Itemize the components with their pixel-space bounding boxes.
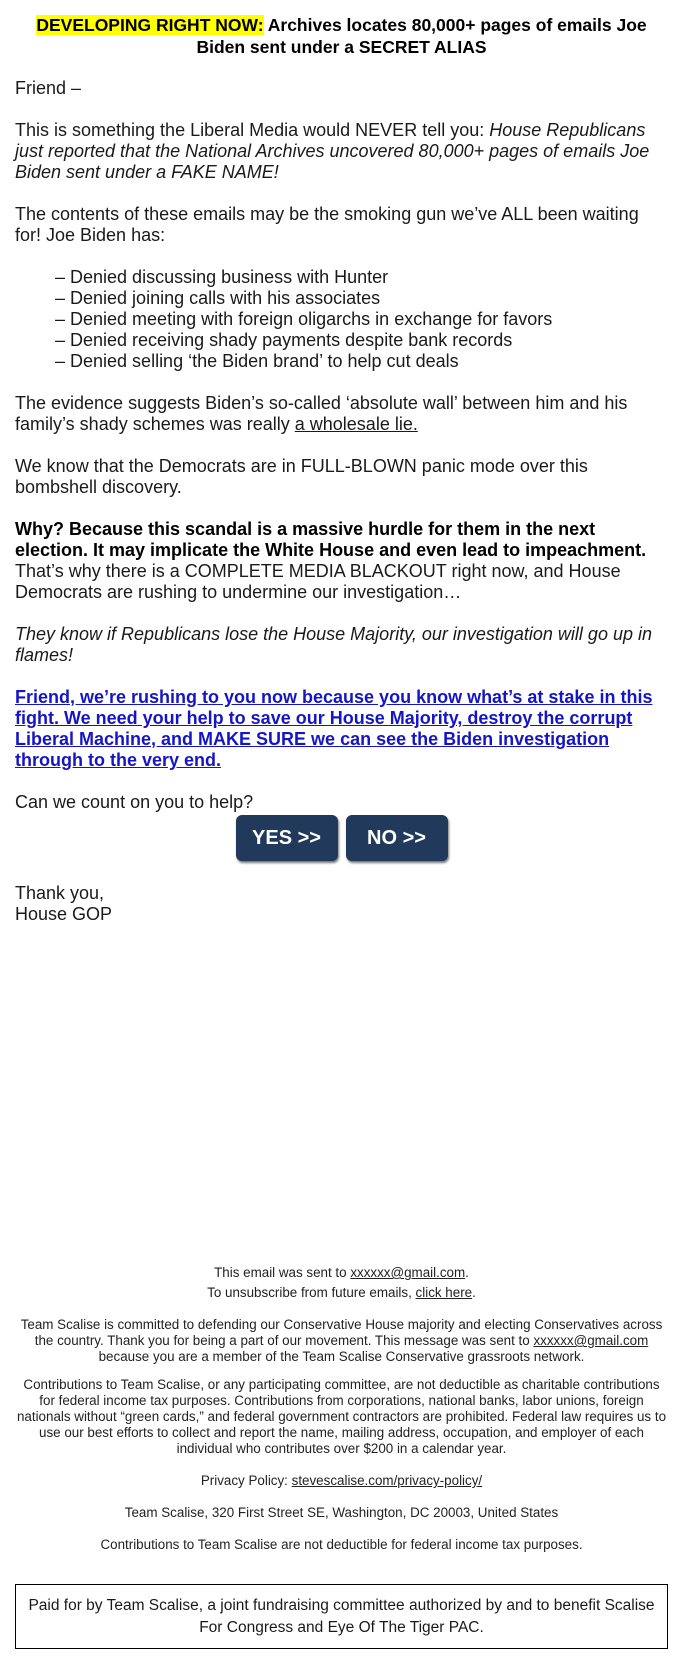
privacy-policy-line: Privacy Policy: stevescalise.com/privacy… [15,1473,668,1489]
greeting: Friend – [15,78,82,98]
headline-highlight: DEVELOPING RIGHT NOW: [36,15,264,35]
footer: This email was sent to xxxxxx@gmail.com.… [0,1265,683,1553]
denial-item: – Denied selling ‘the Biden brand’ to he… [55,351,459,371]
evidence-paragraph: The evidence suggests Biden’s so-called … [15,393,668,435]
denial-item: – Denied receiving shady payments despit… [55,330,513,350]
privacy-policy-link[interactable]: stevescalise.com/privacy-policy/ [292,1473,483,1488]
help-question: Can we count on you to help? [15,792,254,812]
contents-paragraph: The contents of these emails may be the … [15,204,639,245]
unsubscribe-line: To unsubscribe from future emails, click… [15,1285,668,1301]
sent-to-line: This email was sent to xxxxxx@gmail.com. [15,1265,668,1281]
headline: DEVELOPING RIGHT NOW: Archives locates 8… [15,0,668,58]
contributions-disclaimer: Contributions to Team Scalise, or any pa… [16,1377,667,1456]
intro-plain: This is something the Liberal Media woul… [15,120,490,140]
email-body: DEVELOPING RIGHT NOW: Archives locates 8… [0,0,683,925]
headline-emphasis: SECRET ALIAS [358,37,487,57]
recipient-email-link[interactable]: xxxxxx@gmail.com [350,1265,465,1280]
evidence-underlined: a wholesale lie. [294,414,418,434]
denial-item: – Denied joining calls with his associat… [55,288,381,308]
signoff: Thank you, House GOP [15,883,668,925]
paid-for-disclaimer: Paid for by Team Scalise, a joint fundra… [15,1584,668,1649]
flames-paragraph: They know if Republicans lose the House … [15,624,652,665]
denials-list: – Denied discussing business with Hunter… [15,267,668,372]
denial-item: – Denied discussing business with Hunter [55,267,389,287]
commitment-suffix: because you are a member of the Team Sca… [98,1349,585,1364]
commitment-email-link[interactable]: xxxxxx@gmail.com [533,1333,648,1348]
panic-paragraph: We know that the Democrats are in FULL-B… [15,456,588,497]
sent-to-label: This email was sent to [214,1265,351,1280]
yes-button[interactable]: YES >> [235,815,338,861]
tax-note: Contributions to Team Scalise are not de… [100,1537,583,1552]
signoff-line1: Thank you, [15,883,105,903]
denial-item: – Denied meeting with foreign oligarchs … [55,309,553,329]
no-button[interactable]: NO >> [345,815,448,861]
donate-cta-link[interactable]: Friend, we’re rushing to you now because… [15,687,668,771]
response-buttons: YES >> NO >> [15,815,668,867]
mailing-address: Team Scalise, 320 First Street SE, Washi… [124,1505,559,1520]
unsubscribe-link[interactable]: click here [416,1285,473,1300]
why-plain: That’s why there is a COMPLETE MEDIA BLA… [15,561,621,602]
unsubscribe-label: To unsubscribe from future emails, [207,1285,416,1300]
intro-paragraph: This is something the Liberal Media woul… [15,120,668,183]
signoff-line2: House GOP [15,904,113,924]
why-bold: Why? Because this scandal is a massive h… [15,519,647,560]
sent-to-suffix: . [465,1265,469,1280]
unsubscribe-suffix: . [472,1285,476,1300]
why-paragraph: Why? Because this scandal is a massive h… [15,519,668,603]
commitment-paragraph: Team Scalise is committed to defending o… [15,1317,668,1365]
privacy-label: Privacy Policy: [200,1473,292,1488]
